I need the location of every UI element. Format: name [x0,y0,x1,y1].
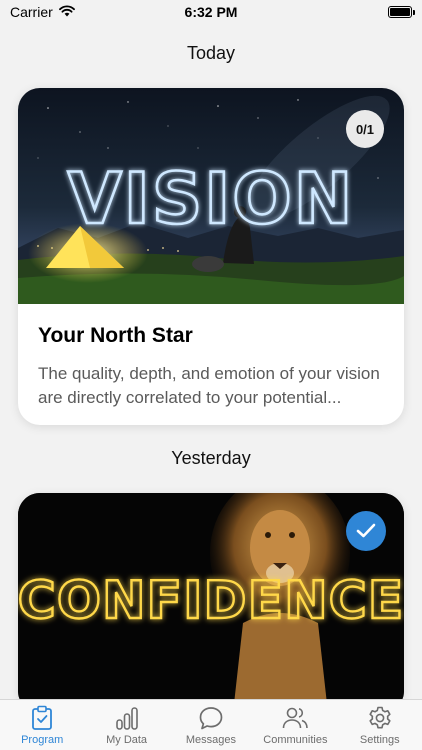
tab-program[interactable]: Program [0,705,84,746]
clipboard-check-icon [32,705,53,730]
tab-messages[interactable]: Messages [169,705,253,746]
completed-check-badge [346,511,386,551]
card-title: Your North Star [38,324,193,347]
tab-communities[interactable]: Communities [253,705,337,746]
tab-label: Settings [359,734,400,746]
status-left: Carrier [10,4,75,20]
gear-icon [369,706,391,729]
tab-settings[interactable]: Settings [338,705,422,746]
status-bar: Carrier 6:32 PM [0,0,422,24]
wifi-icon [58,4,75,20]
confidence-neon-text: CONFIDENCE [18,571,404,631]
tab-my-data[interactable]: My Data [85,705,169,746]
section-heading-today: Today [186,43,236,63]
tab-label: Communities [263,734,328,746]
tab-label: My Data [106,734,148,746]
vision-neon-text: VISION [68,158,355,240]
card-body: Your North Star The quality, depth, and … [18,304,404,425]
card-description: The quality, depth, and emotion of your … [38,364,380,407]
people-icon [283,707,309,729]
program-card-vision[interactable]: VISION 0/1 Your North Star The quality, … [18,88,404,425]
card-image-vision: VISION 0/1 [18,88,404,304]
tab-label: Messages [185,734,237,746]
chat-bubble-icon [199,707,223,730]
carrier-label: Carrier [10,4,53,20]
card-image-confidence: CONFIDENCE [18,493,404,713]
tab-label: Program [21,734,64,746]
program-card-confidence[interactable]: CONFIDENCE [18,493,404,713]
battery-icon [388,6,415,18]
bar-chart-icon [115,707,138,730]
section-heading-yesterday: Yesterday [171,448,251,468]
checkmark-icon [356,523,376,538]
progress-badge: 0/1 [346,110,384,148]
tab-bar: Program My Data Messages Communities Set… [0,699,422,750]
